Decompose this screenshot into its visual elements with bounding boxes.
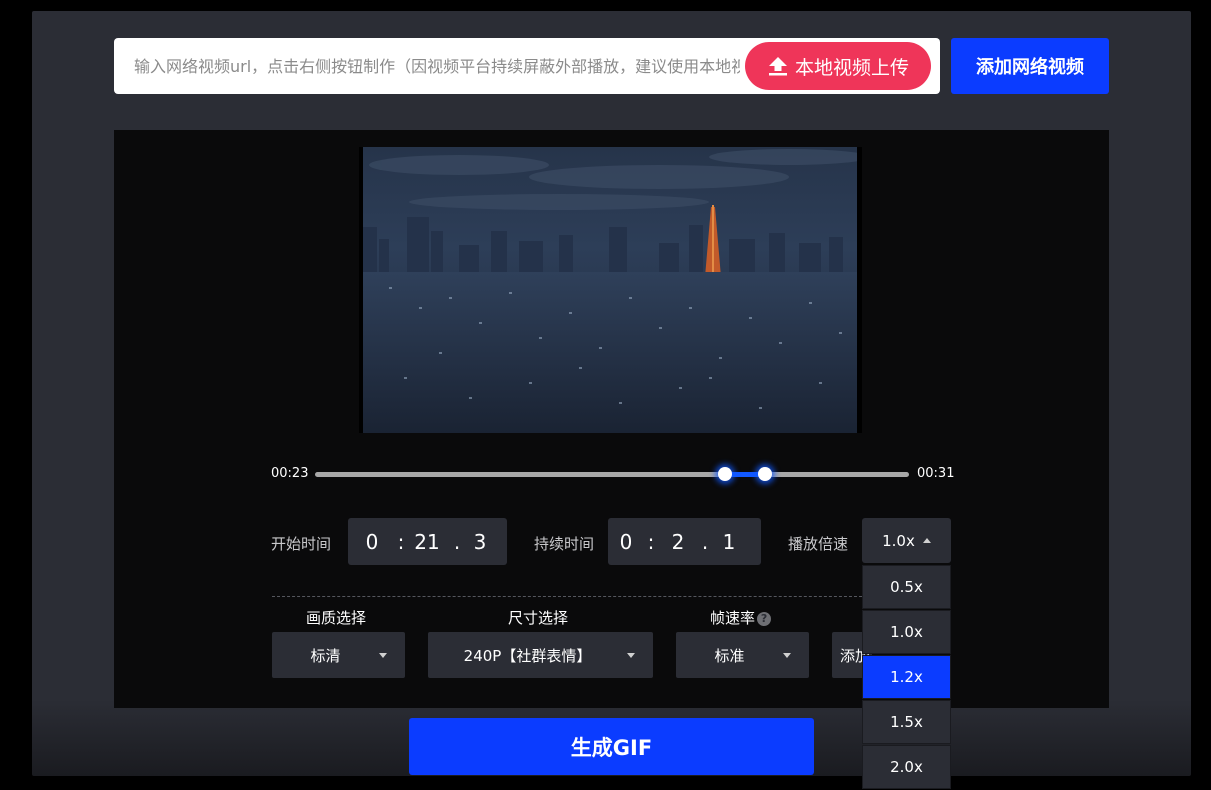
start-time-field[interactable]: 0 : 21 . 3 (348, 518, 507, 565)
speed-select[interactable]: 1.0x (862, 518, 951, 563)
quality-value: 标清 (310, 646, 341, 665)
start-time-sep-colon: : (397, 529, 405, 554)
video-preview[interactable] (359, 147, 862, 433)
timeline-end-handle[interactable] (758, 467, 772, 481)
start-time-label: 开始时间 (271, 535, 332, 553)
framerate-label: 帧速率 (710, 609, 756, 627)
speed-selected-value: 1.0x (882, 531, 915, 550)
size-value: 240P【社群表情】 (463, 646, 592, 665)
duration-tenth[interactable]: 1 (712, 530, 746, 554)
duration-sep-colon: : (647, 529, 655, 554)
timeline-end-label: 00:31 (917, 466, 955, 481)
timeline-start-label: 00:23 (271, 466, 309, 481)
size-label: 尺寸选择 (508, 609, 569, 627)
chevron-down-icon (783, 652, 791, 658)
help-icon[interactable]: ? (757, 611, 772, 626)
start-time-sep-dot: . (453, 529, 461, 554)
speed-option[interactable]: 0.5x (862, 565, 951, 609)
duration-min[interactable]: 0 (608, 530, 644, 554)
timeline-start-handle[interactable] (718, 467, 732, 481)
url-input[interactable] (114, 38, 740, 94)
options-divider (272, 596, 862, 597)
speed-option[interactable]: 2.0x (862, 745, 951, 789)
size-select[interactable]: 240P【社群表情】 (428, 632, 653, 678)
speed-dropdown: 0.5x 1.0x 1.2x 1.5x 2.0x (862, 565, 951, 790)
start-time-tenth[interactable]: 3 (466, 530, 494, 554)
local-upload-button[interactable]: 本地视频上传 (745, 42, 931, 90)
speed-label: 播放倍速 (788, 535, 849, 553)
speed-option[interactable]: 1.5x (862, 700, 951, 744)
chevron-down-icon (379, 652, 387, 658)
quality-label: 画质选择 (306, 609, 367, 627)
timeline-track[interactable] (315, 472, 909, 477)
duration-label: 持续时间 (534, 535, 595, 553)
duration-sec[interactable]: 2 (658, 530, 698, 554)
duration-sep-dot: . (701, 529, 709, 554)
local-upload-label: 本地视频上传 (794, 56, 909, 79)
chevron-down-icon (627, 652, 635, 658)
speed-option[interactable]: 1.0x (862, 610, 951, 654)
duration-field[interactable]: 0 : 2 . 1 (608, 518, 761, 565)
framerate-value: 标准 (714, 646, 745, 665)
quality-select[interactable]: 标清 (272, 632, 405, 678)
start-time-sec[interactable]: 21 (406, 530, 448, 554)
generate-gif-button[interactable]: 生成GIF (409, 718, 814, 775)
start-time-min[interactable]: 0 (348, 530, 396, 554)
framerate-label-wrap: 帧速率? (710, 607, 772, 628)
speed-option-highlighted[interactable]: 1.2x (862, 655, 951, 699)
framerate-select[interactable]: 标准 (676, 632, 809, 678)
chevron-up-icon (922, 538, 931, 543)
add-online-video-button[interactable]: 添加网络视频 (951, 38, 1109, 94)
upload-icon (767, 55, 789, 77)
